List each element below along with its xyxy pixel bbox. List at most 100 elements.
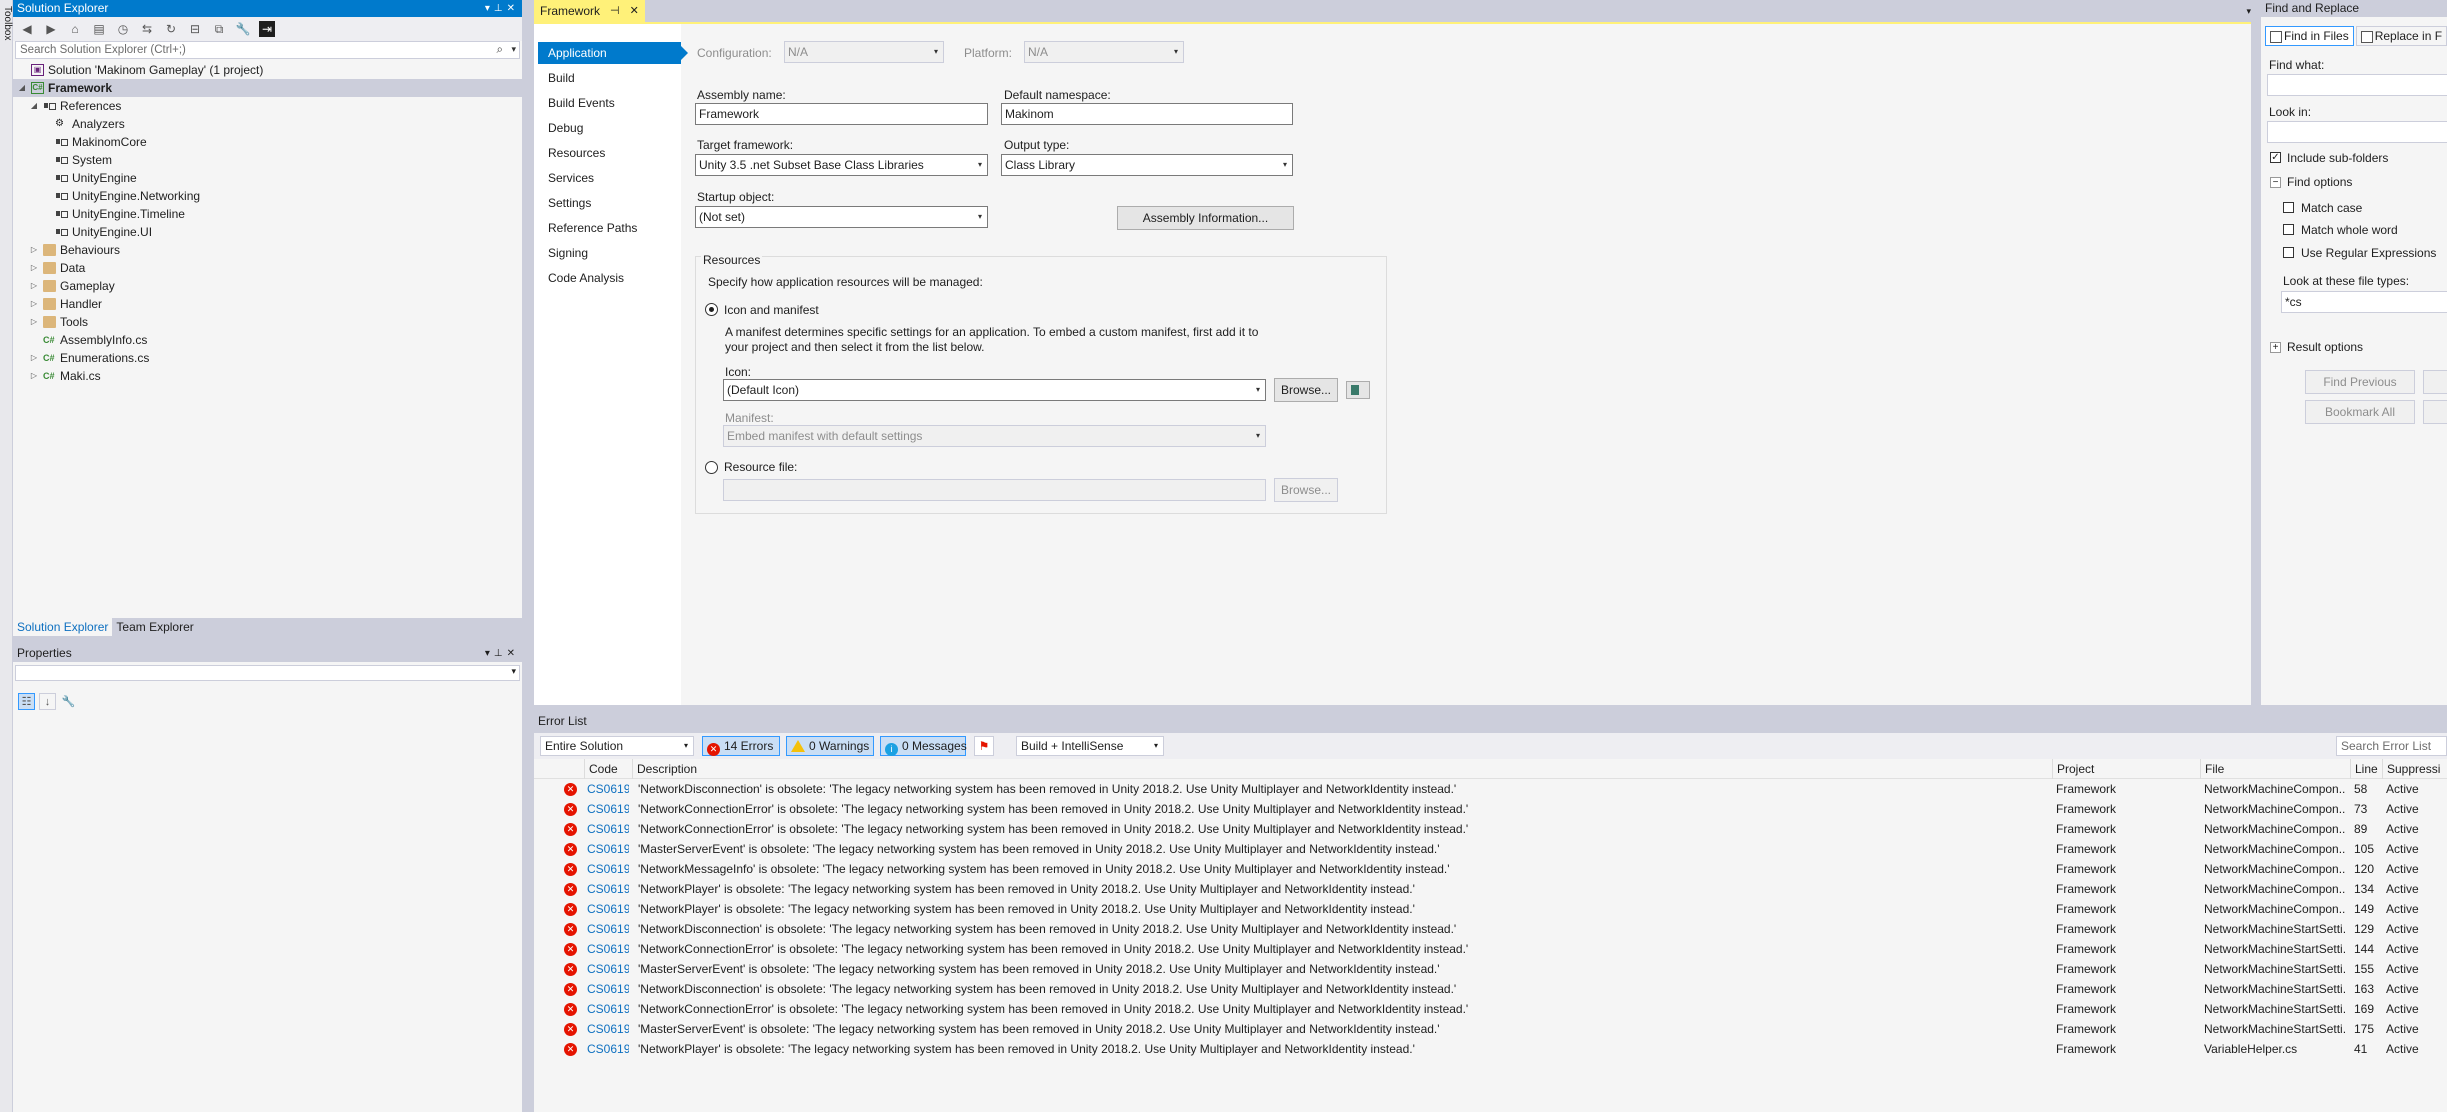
tree-item[interactable]: ▷ Handler — [13, 295, 522, 313]
collapsed-arrow-icon[interactable]: ▷ — [29, 277, 39, 295]
resource-file-label[interactable]: Resource file: — [724, 460, 797, 474]
error-row[interactable]: ✕ CS0619 'NetworkDisconnection' is obsolet… — [534, 779, 2447, 799]
build-filter-select[interactable]: Build + IntelliSense ▾ — [1016, 736, 1164, 756]
target-framework-select[interactable]: Unity 3.5 .net Subset Base Class Librari… — [695, 154, 988, 176]
collapsed-arrow-icon[interactable]: ▷ — [29, 313, 39, 331]
tab-team-explorer[interactable]: Team Explorer — [112, 618, 198, 636]
nav-item-resources[interactable]: Resources — [538, 142, 681, 164]
dropdown-icon[interactable]: ▾ — [485, 3, 494, 14]
tree-item[interactable]: ⚙ Analyzers — [13, 115, 522, 133]
error-row[interactable]: ✕ CS0619 'NetworkDisconnection' is obsolet… — [534, 919, 2447, 939]
tree-item[interactable]: ▣ Solution 'Makinom Gameplay' (1 project) — [13, 61, 522, 79]
errors-filter-button[interactable]: ✕ 14 Errors — [702, 736, 780, 756]
warnings-filter-button[interactable]: 0 Warnings — [786, 736, 874, 756]
error-row[interactable]: ✕ CS0619 'NetworkConnectionError' is obsol… — [534, 939, 2447, 959]
error-row[interactable]: ✕ CS0619 'NetworkMessageInfo' is obsolete:… — [534, 859, 2447, 879]
result-options-label[interactable]: Result options — [2287, 340, 2363, 354]
error-row[interactable]: ✕ CS0619 'NetworkConnectionError' is obsol… — [534, 999, 2447, 1019]
pin-icon[interactable]: ⊥ — [494, 3, 507, 14]
tree-item[interactable]: ◢ C# Framework — [13, 79, 522, 97]
find-options-collapse-icon[interactable]: − — [2270, 177, 2281, 188]
column-suppression[interactable]: Suppressi — [2382, 759, 2447, 779]
tree-item[interactable]: ▷ Tools — [13, 313, 522, 331]
resource-file-radio[interactable] — [705, 461, 718, 474]
properties-object-selector[interactable]: ▾ — [15, 665, 520, 681]
tree-item[interactable]: C# AssemblyInfo.cs — [13, 331, 522, 349]
error-code-link[interactable]: CS0619 — [587, 859, 629, 879]
error-code-link[interactable]: CS0619 — [587, 939, 629, 959]
pin-icon[interactable]: ⊥ — [494, 648, 507, 659]
match-whole-word-checkbox[interactable] — [2283, 224, 2294, 235]
nav-item-code-analysis[interactable]: Code Analysis — [538, 267, 681, 289]
nav-item-build-events[interactable]: Build Events — [538, 92, 681, 114]
use-regex-checkbox[interactable] — [2283, 247, 2294, 258]
tree-item[interactable]: UnityEngine.Timeline — [13, 205, 522, 223]
switch-views-icon[interactable]: ▤ — [91, 21, 107, 37]
tree-item[interactable]: System — [13, 151, 522, 169]
close-tab-icon[interactable]: ✕ — [630, 0, 639, 22]
result-options-expand-icon[interactable]: + — [2270, 342, 2281, 353]
history-icon[interactable]: ◷ — [115, 21, 131, 37]
preview-selected-icon[interactable]: ⇥ — [259, 21, 275, 37]
assembly-information-button[interactable]: Assembly Information... — [1117, 206, 1294, 230]
pin-icon[interactable]: ⊣ — [610, 0, 620, 22]
show-all-files-icon[interactable]: ⧉ — [211, 21, 227, 37]
use-regex-label[interactable]: Use Regular Expressions — [2301, 246, 2436, 260]
column-file[interactable]: File — [2200, 759, 2350, 779]
property-pages-wrench-icon[interactable]: 🔧 — [60, 693, 77, 710]
error-row[interactable]: ✕ CS0619 'NetworkPlayer' is obsolete: 'The… — [534, 1039, 2447, 1059]
column-line[interactable]: Line — [2350, 759, 2382, 779]
nav-item-debug[interactable]: Debug — [538, 117, 681, 139]
tab-find-in-files[interactable]: Find in Files — [2265, 26, 2354, 46]
tree-item[interactable]: ▷ Behaviours — [13, 241, 522, 259]
filter-icon[interactable]: ⚑ — [974, 736, 994, 756]
tree-item[interactable]: MakinomCore — [13, 133, 522, 151]
file-types-input[interactable]: *cs — [2281, 291, 2447, 313]
find-options-label[interactable]: Find options — [2287, 175, 2352, 189]
error-code-link[interactable]: CS0619 — [587, 979, 629, 999]
collapsed-arrow-icon[interactable]: ▷ — [29, 349, 39, 367]
tab-framework[interactable]: Framework ⊣ ✕ — [534, 0, 645, 22]
tree-item[interactable]: ▷ C# Maki.cs — [13, 367, 522, 385]
tree-item[interactable]: UnityEngine.Networking — [13, 187, 522, 205]
expanded-arrow-icon[interactable]: ◢ — [17, 79, 27, 97]
sync-icon[interactable]: ⇆ — [139, 21, 155, 37]
tree-item[interactable]: ◢ References — [13, 97, 522, 115]
error-row[interactable]: ✕ CS0619 'NetworkPlayer' is obsolete: 'The… — [534, 899, 2447, 919]
error-list-search-input[interactable]: Search Error List — [2336, 736, 2447, 756]
error-code-link[interactable]: CS0619 — [587, 799, 629, 819]
tab-solution-explorer[interactable]: Solution Explorer — [13, 618, 113, 636]
error-row[interactable]: ✕ CS0619 'MasterServerEvent' is obsolete: … — [534, 839, 2447, 859]
icon-manifest-radio[interactable] — [705, 303, 718, 316]
expanded-arrow-icon[interactable]: ◢ — [29, 97, 39, 115]
output-type-select[interactable]: Class Library ▾ — [1001, 154, 1293, 176]
look-in-input[interactable] — [2267, 121, 2447, 143]
column-project[interactable]: Project — [2052, 759, 2200, 779]
match-case-checkbox[interactable] — [2283, 202, 2294, 213]
search-icon[interactable]: ⌕ — [497, 42, 503, 58]
nav-item-reference-paths[interactable]: Reference Paths — [538, 217, 681, 239]
error-row[interactable]: ✕ CS0619 'MasterServerEvent' is obsolete: … — [534, 959, 2447, 979]
error-code-link[interactable]: CS0619 — [587, 839, 629, 859]
error-code-link[interactable]: CS0619 — [587, 779, 629, 799]
find-what-input[interactable] — [2267, 74, 2447, 96]
tree-item[interactable]: UnityEngine.UI — [13, 223, 522, 241]
error-code-link[interactable]: CS0619 — [587, 959, 629, 979]
collapsed-arrow-icon[interactable]: ▷ — [29, 295, 39, 313]
match-case-label[interactable]: Match case — [2301, 201, 2362, 215]
error-code-link[interactable]: CS0619 — [587, 899, 629, 919]
search-dropdown-icon[interactable]: ▾ — [511, 41, 516, 57]
forward-icon[interactable]: ▶ — [43, 21, 59, 37]
match-whole-word-label[interactable]: Match whole word — [2301, 223, 2398, 237]
toolbox-label[interactable]: Toolbox — [0, 6, 13, 40]
dropdown-icon[interactable]: ▾ — [485, 648, 494, 659]
error-code-link[interactable]: CS0619 — [587, 999, 629, 1019]
column-code[interactable]: Code — [584, 759, 632, 779]
icon-select[interactable]: (Default Icon) ▾ — [723, 379, 1266, 401]
toolbox-strip[interactable]: Toolbox — [0, 0, 13, 1112]
startup-object-select[interactable]: (Not set) ▾ — [695, 206, 988, 228]
alphabetical-icon[interactable]: ↓ — [39, 693, 56, 710]
tree-item[interactable]: ▷ C# Enumerations.cs — [13, 349, 522, 367]
solution-explorer-search-input[interactable]: Search Solution Explorer (Ctrl+;) ⌕ ▾ — [15, 41, 520, 59]
tab-replace-in-files[interactable]: Replace in F — [2355, 26, 2447, 46]
